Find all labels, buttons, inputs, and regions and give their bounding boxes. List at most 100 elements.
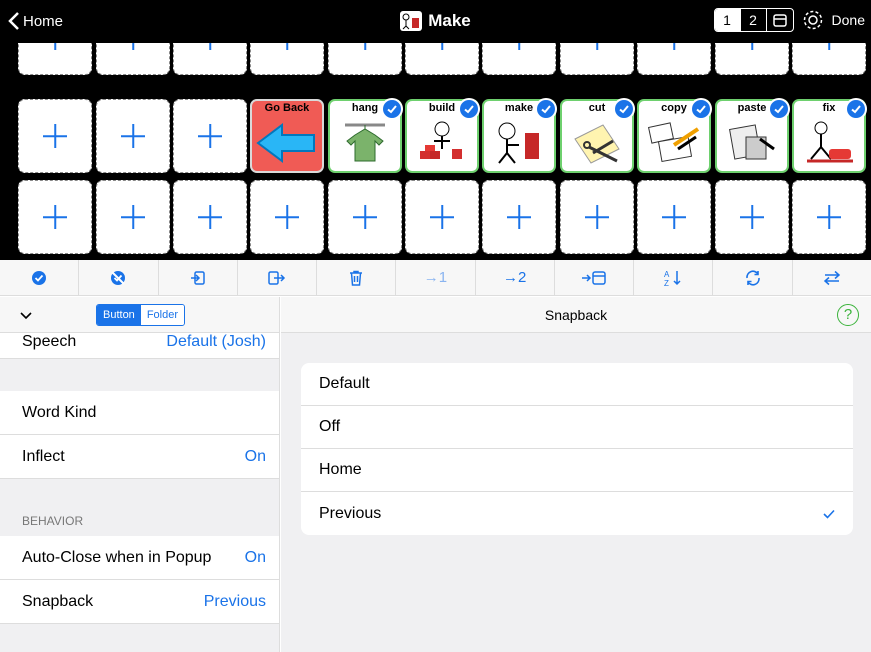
go-back-button[interactable]: Go Back: [250, 99, 324, 173]
type-button-segment[interactable]: Button: [97, 305, 141, 325]
board-area: Home Make 1 2 Done Go Back hang build make c…: [0, 0, 871, 260]
snapback-options: Default Off Home Previous: [301, 363, 853, 535]
swap-button[interactable]: [793, 260, 871, 295]
add-button-slot[interactable]: [173, 99, 247, 173]
button-grid: Go Back hang build make cut copy paste fix: [0, 43, 871, 260]
move-to-folder-button[interactable]: [555, 260, 635, 295]
move-to-folder-icon: [581, 270, 606, 285]
snapback-label: Snapback: [22, 592, 94, 610]
add-button-slot[interactable]: [715, 180, 789, 254]
auto-close-row[interactable]: Auto-Close when in Popup On: [0, 536, 279, 580]
snapback-header: Snapback ?: [281, 297, 871, 333]
add-button-slot[interactable]: [250, 180, 324, 254]
word-button-paste[interactable]: paste: [715, 98, 790, 173]
make-symbol-icon: [484, 119, 554, 165]
add-button-slot[interactable]: [792, 180, 866, 254]
word-button-make[interactable]: make: [482, 98, 557, 173]
add-button-slot[interactable]: [96, 180, 170, 254]
add-button-slot[interactable]: [560, 43, 634, 75]
snapback-value: Previous: [203, 592, 266, 610]
snapback-row[interactable]: Snapback Previous: [0, 580, 279, 624]
add-button-slot[interactable]: [18, 43, 92, 75]
word-button-hang[interactable]: hang: [328, 98, 403, 173]
inflect-row[interactable]: Inflect On: [0, 435, 279, 479]
inspector-panel: Button Folder Speech Default (Josh) Word…: [0, 297, 280, 652]
swap-icon: [823, 270, 840, 285]
add-button-slot[interactable]: [482, 180, 556, 254]
auto-close-label: Auto-Close when in Popup: [22, 548, 212, 566]
page-1-button[interactable]: 1: [714, 9, 741, 31]
add-button-slot[interactable]: [173, 180, 247, 254]
add-button-slot[interactable]: [560, 180, 634, 254]
word-button-build[interactable]: build: [405, 98, 480, 173]
snapback-option-previous[interactable]: Previous: [301, 492, 853, 535]
add-button-slot[interactable]: [792, 43, 866, 75]
add-button-slot[interactable]: [405, 43, 479, 75]
add-button-slot[interactable]: [715, 43, 789, 75]
word-kind-row[interactable]: Word Kind: [0, 391, 279, 435]
gear-icon[interactable]: [802, 9, 824, 31]
add-button-slot[interactable]: [482, 43, 556, 75]
snapback-option-home[interactable]: Home: [301, 449, 853, 492]
word-kind-label: Word Kind: [22, 403, 97, 421]
edit-toolbar: →1 →2 AZ: [0, 260, 871, 296]
page-2-button[interactable]: 2: [741, 9, 767, 31]
add-button-slot[interactable]: [405, 180, 479, 254]
deselect-button[interactable]: [79, 260, 159, 295]
add-button-slot[interactable]: [637, 180, 711, 254]
snapback-title: Snapback: [544, 307, 608, 323]
auto-close-value: On: [244, 548, 266, 566]
build-symbol-icon: [407, 119, 477, 165]
import-button[interactable]: [159, 260, 238, 295]
word-button-cut[interactable]: cut: [560, 98, 635, 173]
snapback-panel: Snapback ? Default Off Home Previous: [281, 297, 871, 652]
back-arrow-symbol-icon: [252, 119, 322, 165]
snapback-option-off[interactable]: Off: [301, 406, 853, 449]
add-button-slot[interactable]: [637, 43, 711, 75]
folder-icon: [772, 13, 787, 27]
import-icon: [190, 270, 205, 285]
type-folder-segment[interactable]: Folder: [140, 305, 184, 325]
checkmark-icon: [823, 506, 835, 522]
add-button-slot[interactable]: [173, 43, 247, 75]
speech-value: Default (Josh): [166, 333, 266, 350]
done-button[interactable]: Done: [832, 12, 865, 28]
add-button-slot[interactable]: [18, 180, 92, 254]
word-button-copy[interactable]: copy: [637, 98, 712, 173]
move-to-page-1-button[interactable]: →1: [396, 260, 476, 295]
folder-page-button[interactable]: [767, 9, 793, 31]
page-selector: 1 2: [713, 8, 794, 32]
word-button-fix[interactable]: fix: [792, 98, 867, 173]
selected-check-icon: [768, 98, 790, 120]
deselect-icon: [111, 270, 126, 285]
move-to-page-2-button[interactable]: →2: [476, 260, 555, 295]
collapse-chevron-icon[interactable]: [20, 307, 32, 323]
export-icon: [268, 270, 285, 285]
add-button-slot[interactable]: [250, 43, 324, 75]
refresh-button[interactable]: [713, 260, 793, 295]
hang-symbol-icon: [330, 119, 400, 165]
add-button-slot[interactable]: [328, 43, 402, 75]
snapback-option-default[interactable]: Default: [301, 363, 853, 406]
add-button-slot[interactable]: [96, 99, 170, 173]
add-button-slot[interactable]: [18, 99, 92, 173]
select-all-button[interactable]: [0, 260, 80, 295]
selected-check-icon: [458, 98, 480, 120]
add-button-slot[interactable]: [328, 180, 402, 254]
type-segmented-control: Button Folder: [96, 304, 185, 326]
nav-right: 1 2 Done: [713, 8, 865, 32]
trash-icon: [350, 270, 363, 286]
check-circle-icon: [32, 270, 47, 285]
export-button[interactable]: [238, 260, 318, 295]
nav-bar: Home Make 1 2 Done: [0, 0, 871, 44]
sort-button[interactable]: AZ: [634, 260, 714, 295]
selected-check-icon: [535, 98, 557, 120]
speech-row[interactable]: Speech Default (Josh): [0, 333, 279, 359]
add-button-slot[interactable]: [96, 43, 170, 75]
selected-check-icon: [613, 98, 635, 120]
fix-symbol-icon: [794, 119, 864, 165]
delete-button[interactable]: [317, 260, 397, 295]
option-label: Home: [319, 461, 362, 478]
copy-symbol-icon: [639, 119, 709, 165]
help-icon[interactable]: ?: [837, 304, 859, 326]
